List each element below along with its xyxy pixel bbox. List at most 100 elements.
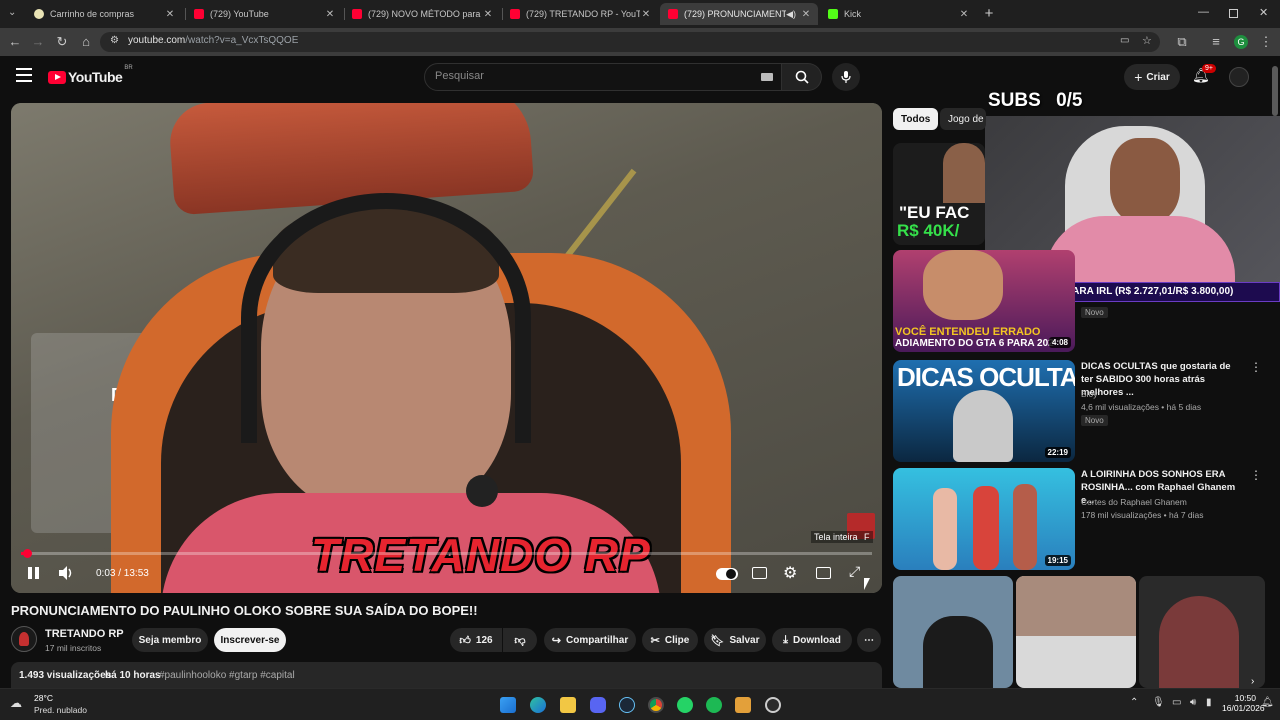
subtitles-button[interactable]	[752, 567, 767, 579]
recommendation-thumbnail[interactable]: VOCÊ ENTENDEU ERRADO ADIAMENTO DO GTA 6 …	[893, 250, 1075, 352]
notifications-button[interactable]: 🔔︎ 9+	[1192, 64, 1216, 87]
keyboard-icon[interactable]	[761, 73, 773, 81]
account-avatar[interactable]	[1229, 67, 1249, 87]
tab-list-button[interactable]: ⌄	[8, 7, 22, 21]
chip-todos[interactable]: Todos	[893, 108, 939, 130]
video-player[interactable]: D TRETANDO RP Tela inteira F 0:03 / 13:5…	[11, 103, 882, 593]
recommendation-title[interactable]: DICAS OCULTAS que gostaria de ter SABIDO…	[1081, 360, 1241, 399]
file-explorer-icon[interactable]	[560, 697, 576, 713]
extensions-icon[interactable]: ⧉	[1173, 33, 1191, 51]
search-button[interactable]	[782, 63, 822, 91]
progress-bar-track[interactable]	[21, 552, 872, 555]
clip-button[interactable]: ✂ Clipe	[642, 628, 698, 652]
autoplay-toggle[interactable]	[716, 568, 738, 580]
obs-icon[interactable]	[765, 697, 781, 713]
tray-network-icon[interactable]: ▭	[1172, 697, 1181, 708]
close-tab-icon[interactable]: ✕	[800, 9, 812, 20]
tab-pronunciamento[interactable]: (729) PRONUNCIAMENTO D ◀) ✕	[660, 3, 818, 25]
chip-jogo[interactable]: Jogo de a	[940, 108, 986, 130]
more-actions-button[interactable]: ⋯	[857, 628, 881, 652]
recommendation-channel[interactable]: Cortes do Raphael Ghanem	[1081, 497, 1187, 507]
tab-tretando-rp[interactable]: (729) TRETANDO RP - YouTube ✕	[502, 3, 658, 25]
minimize-window-icon[interactable]: —	[1198, 6, 1209, 18]
notification-center-icon[interactable]: 🔔︎	[1261, 697, 1274, 708]
voice-search-button[interactable]	[832, 63, 860, 91]
progress-scrubber[interactable]	[23, 549, 32, 558]
close-tab-icon[interactable]: ✕	[640, 9, 652, 20]
close-tab-icon[interactable]: ✕	[482, 9, 494, 20]
restore-window-icon[interactable]	[1229, 9, 1238, 18]
address-bar[interactable]: ⚙ youtube.com/watch?v=a_VcxTsQQOE ▭ ☆	[100, 32, 1160, 52]
volume-button[interactable]	[57, 565, 75, 584]
thumbnail-text-line: VOCÊ ENTENDEU ERRADO	[895, 326, 1041, 338]
recommendation-meta: 4,6 mil visualizações • há 5 dias	[1081, 402, 1202, 412]
hashtags[interactable]: #paulinhooloko #gtarp #capital	[159, 670, 295, 681]
home-icon[interactable]: ⌂	[77, 33, 95, 51]
tab-youtube-home[interactable]: (729) YouTube ✕	[186, 3, 342, 25]
recommendation-thumbnail[interactable]: 19:15	[893, 468, 1075, 570]
tab-carrinho[interactable]: Carrinho de compras ✕	[26, 3, 182, 25]
dislike-button[interactable]: 👎︎	[503, 628, 537, 652]
discord-icon[interactable]	[590, 697, 606, 713]
search-box[interactable]: Pesquisar	[424, 63, 782, 91]
recommendation-thumbnail[interactable]: "EU FAC R$ 40K/	[893, 143, 985, 245]
close-tab-icon[interactable]: ✕	[958, 9, 970, 20]
miniplayer-button[interactable]	[816, 567, 831, 579]
save-button[interactable]: 🔖︎ Salvar	[704, 628, 766, 652]
bookmark-star-icon[interactable]: ☆	[1142, 34, 1152, 47]
youtube-logo[interactable]: YouTube BR	[48, 65, 133, 85]
subscribe-button[interactable]: Inscrever-se	[214, 628, 286, 652]
download-button[interactable]: ⤓ Download	[772, 628, 852, 652]
channel-name[interactable]: TRETANDO RP	[45, 628, 124, 640]
start-menu-icon[interactable]	[500, 697, 516, 713]
tab-kick[interactable]: Kick ✕	[820, 3, 976, 25]
settings-button[interactable]: ⚙	[783, 563, 797, 583]
edge-browser-icon[interactable]	[530, 697, 546, 713]
tray-microphone-icon[interactable]: 🎙︎	[1152, 697, 1165, 708]
close-tab-icon[interactable]: ✕	[164, 9, 176, 20]
tab-novo-metodo[interactable]: (729) NOVO MÉTODO para Imp ✕	[344, 3, 500, 25]
create-button[interactable]: + Criar	[1124, 64, 1180, 90]
profile-avatar[interactable]: G	[1234, 35, 1248, 49]
new-badge: Novo	[1081, 415, 1108, 426]
more-actions-icon[interactable]: ⋮	[1250, 468, 1262, 482]
tray-battery-icon[interactable]: ▮	[1206, 697, 1212, 708]
hamburger-menu-icon[interactable]	[16, 68, 32, 82]
back-arrow-icon[interactable]: ←	[6, 33, 24, 51]
whatsapp-icon[interactable]	[677, 697, 693, 713]
recommendation-channel[interactable]: Bl0y	[1081, 389, 1098, 399]
forward-arrow-icon[interactable]: →	[29, 33, 47, 51]
tray-overflow-icon[interactable]: ⌃	[1130, 697, 1138, 708]
pause-button[interactable]	[27, 566, 41, 580]
shorts-next-arrow-icon[interactable]: ›	[1251, 676, 1254, 687]
channel-avatar[interactable]	[11, 626, 37, 652]
url-path: /watch?v=a_VcxTsQQOE	[185, 35, 299, 46]
new-tab-button[interactable]: +	[980, 5, 998, 23]
browser-menu-icon[interactable]: ⋮	[1257, 33, 1275, 51]
join-button[interactable]: Seja membro	[132, 628, 208, 652]
close-tab-icon[interactable]: ✕	[324, 9, 336, 20]
site-info-icon[interactable]: ⚙	[110, 35, 119, 46]
short-thumbnail[interactable]	[1016, 576, 1136, 688]
fullscreen-button[interactable]: ⤢	[849, 563, 860, 580]
search-input[interactable]: Pesquisar	[435, 70, 484, 82]
steam-icon[interactable]	[619, 697, 635, 713]
tray-volume-icon[interactable]: 🔊︎	[1190, 697, 1196, 708]
share-button[interactable]: ↪ Compartilhar	[544, 628, 636, 652]
chrome-icon[interactable]	[648, 697, 664, 713]
weather-cloud-icon: ☁	[10, 696, 22, 710]
audio-playing-icon[interactable]: ◀)	[786, 9, 796, 20]
clock[interactable]: 10:50 16/01/2026	[1222, 693, 1265, 713]
reload-icon[interactable]: ↻	[53, 33, 71, 51]
more-actions-icon[interactable]: ⋮	[1250, 360, 1262, 374]
short-thumbnail[interactable]	[893, 576, 1013, 688]
short-thumbnail[interactable]	[1139, 576, 1265, 688]
reading-list-icon[interactable]: ≡	[1207, 33, 1225, 51]
cast-icon[interactable]: ▭	[1120, 35, 1129, 46]
page-scrollbar[interactable]	[1272, 66, 1278, 116]
app-icon[interactable]	[735, 697, 751, 713]
like-button[interactable]: 👍︎ 126	[450, 628, 502, 652]
close-window-icon[interactable]: ✕	[1259, 6, 1268, 19]
recommendation-thumbnail[interactable]: DICAS OCULTAS 22:19	[893, 360, 1075, 462]
spotify-icon[interactable]	[706, 697, 722, 713]
